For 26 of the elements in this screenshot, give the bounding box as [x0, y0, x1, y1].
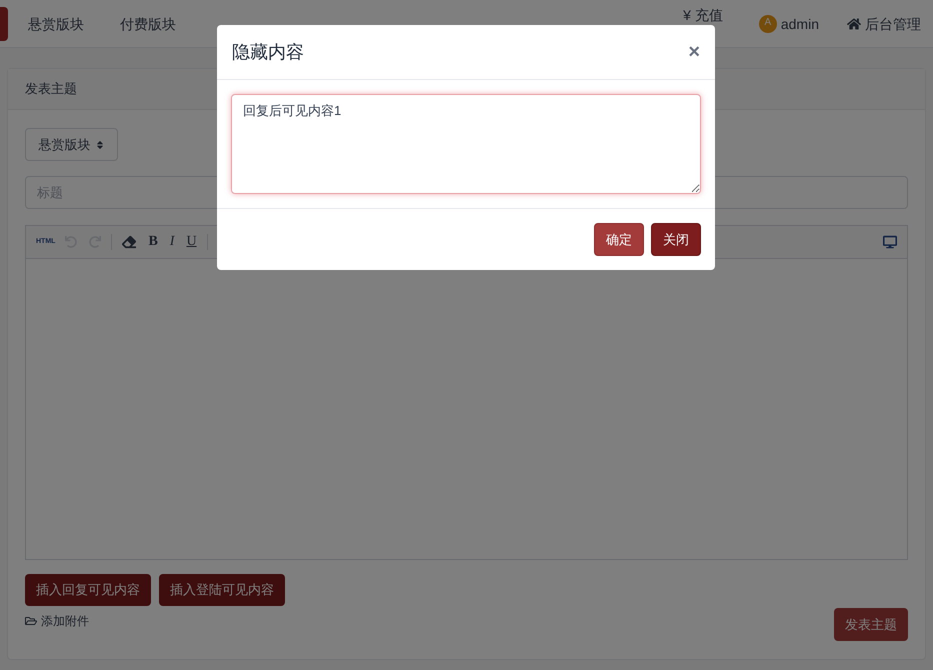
bold-button[interactable]: B — [142, 232, 164, 252]
modal-title: 隐藏内容 — [232, 40, 304, 64]
monitor-icon[interactable] — [883, 235, 897, 249]
sort-icon — [94, 140, 104, 150]
eraser-icon[interactable] — [122, 235, 136, 249]
modal-button[interactable]: 关闭 — [651, 223, 701, 256]
content-textarea[interactable]: 回复后可见内容1 — [231, 94, 701, 194]
home-icon — [847, 16, 861, 30]
admin-link[interactable]: 后台管理 — [865, 14, 921, 34]
board-select[interactable]: 悬赏版块 — [25, 128, 118, 161]
submit-button[interactable]: 发表主题 — [834, 608, 908, 641]
close-button[interactable]: × — [688, 42, 700, 62]
nav-link[interactable]: 悬赏版块 — [28, 14, 84, 34]
insert-button[interactable]: 插入登陆可见内容 — [159, 574, 285, 606]
nav-link[interactable]: 付费版块 — [120, 14, 176, 34]
italic-button[interactable]: I — [164, 232, 180, 252]
brand-logo[interactable] — [0, 6, 8, 40]
folder-icon — [25, 615, 37, 627]
attach-link[interactable]: 添加附件 — [41, 612, 89, 630]
card-title: 发表主题 — [25, 80, 77, 98]
underline-button[interactable]: U — [180, 232, 203, 252]
avatar: A — [758, 14, 777, 32]
modal-button[interactable]: 确定 — [594, 223, 644, 256]
recharge-link[interactable]: ¥ 充值 — [683, 8, 723, 23]
insert-button[interactable]: 插入回复可见内容 — [25, 574, 151, 606]
user-link[interactable]: admin — [780, 14, 819, 34]
